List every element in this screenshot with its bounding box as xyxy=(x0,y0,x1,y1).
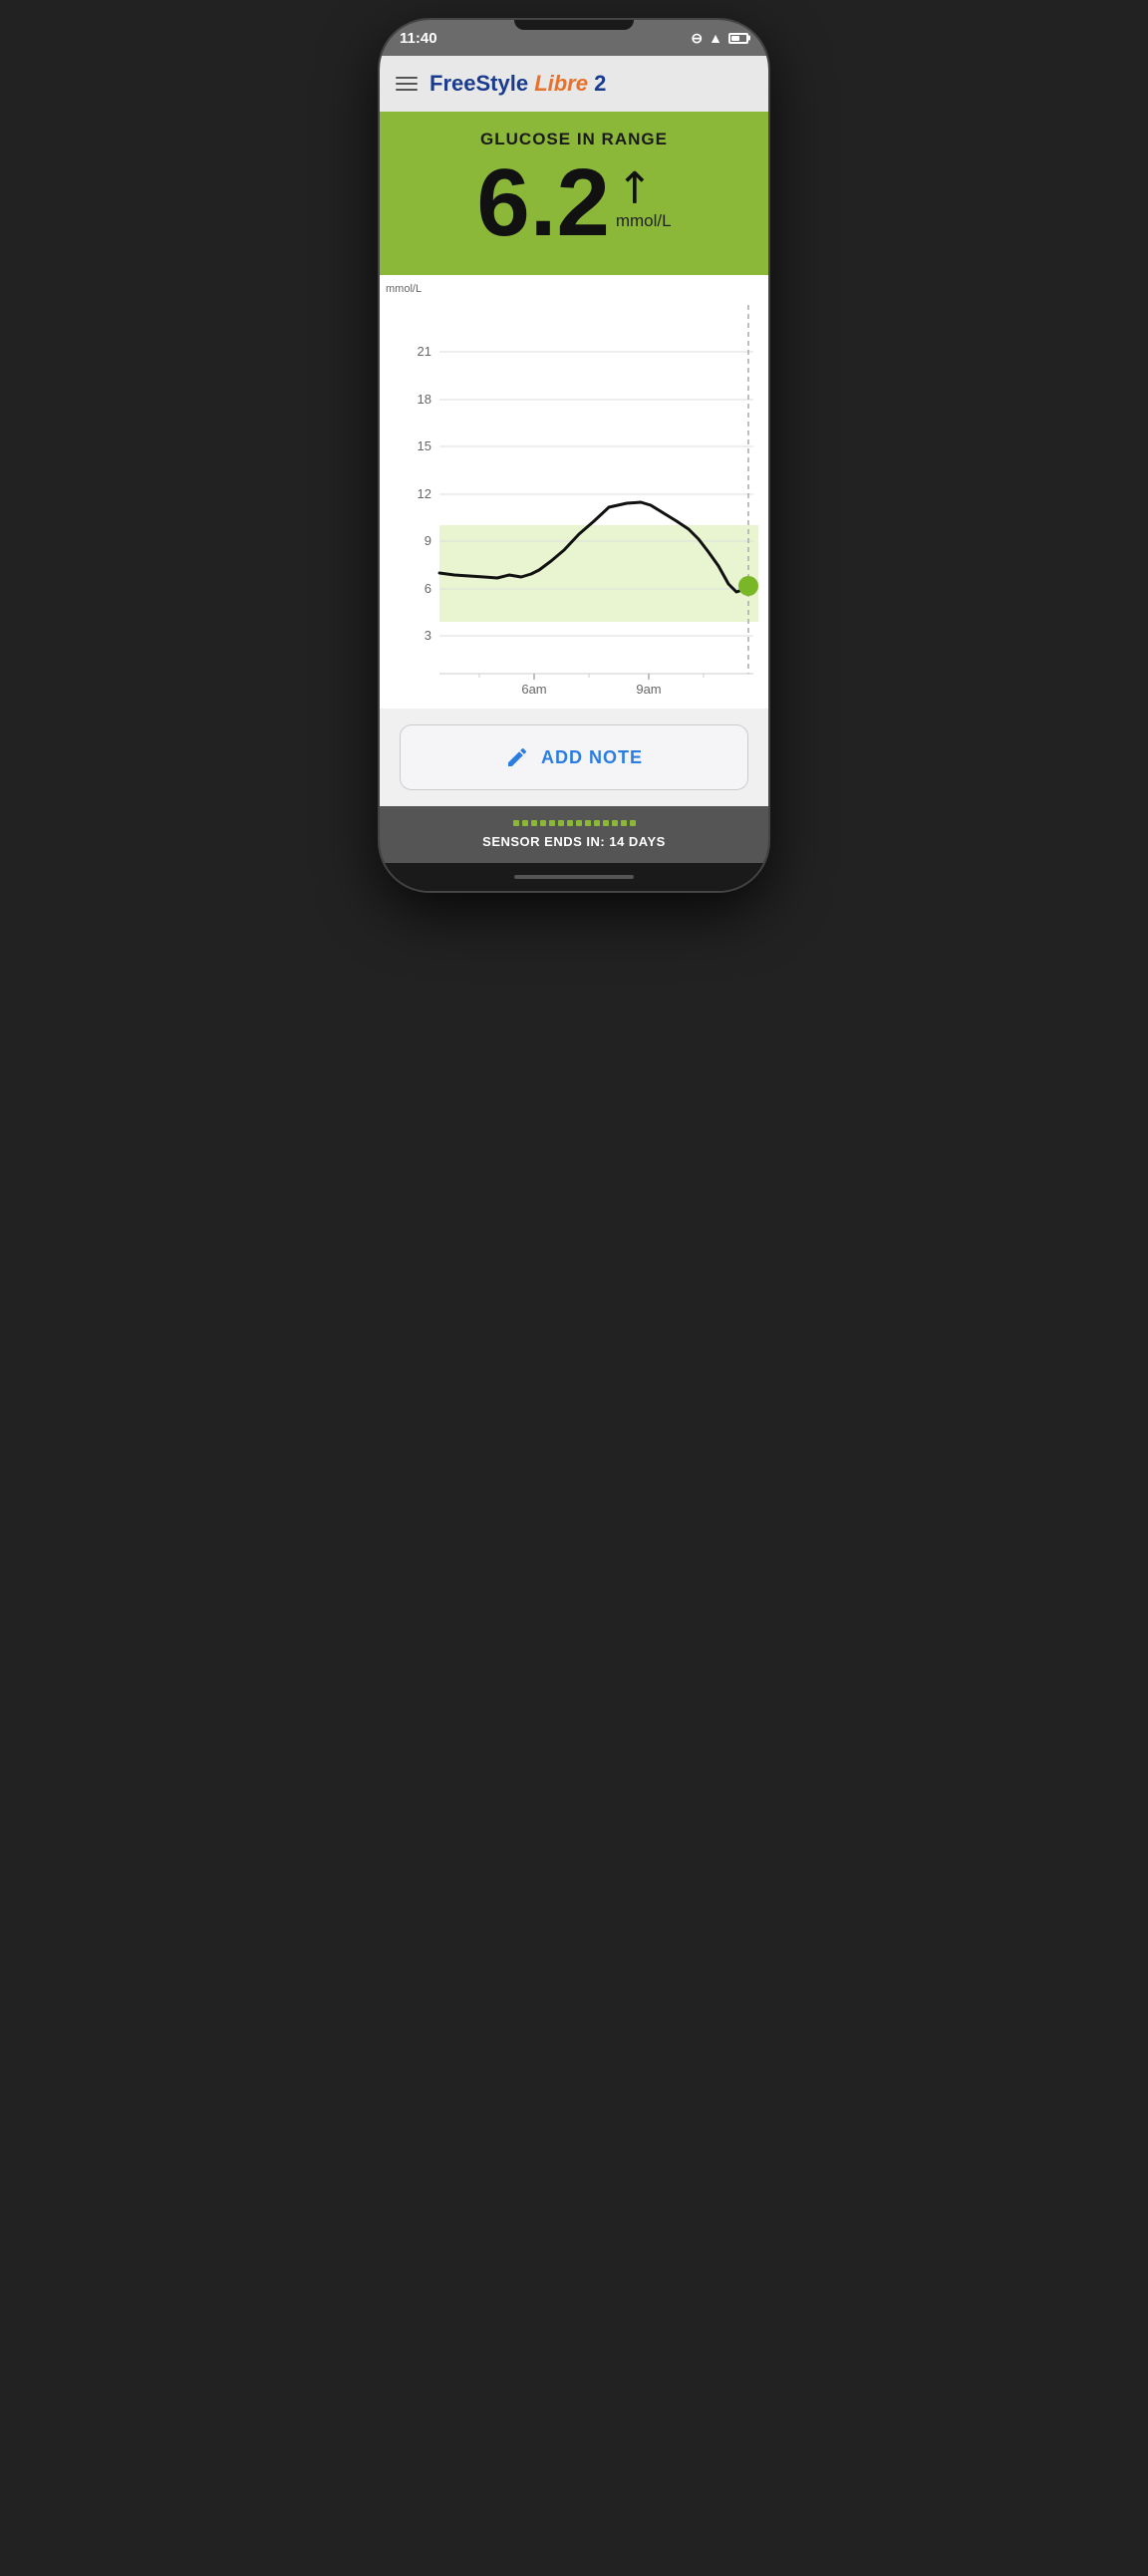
glucose-trend-unit: ↗ mmol/L xyxy=(616,155,672,231)
pencil-icon xyxy=(505,745,529,769)
glucose-chart: mmol/L xyxy=(380,275,768,709)
home-bar xyxy=(514,875,634,879)
sensor-bar-dots xyxy=(394,820,754,826)
sensor-dot xyxy=(513,820,519,826)
y-label-18: 18 xyxy=(418,392,431,407)
sensor-dot xyxy=(549,820,555,826)
sensor-dot xyxy=(558,820,564,826)
sensor-dot xyxy=(567,820,573,826)
glucose-label: GLUCOSE IN RANGE xyxy=(396,130,752,149)
y-label-15: 15 xyxy=(418,438,431,453)
glucose-value-row: 6.2 ↗ mmol/L xyxy=(396,155,752,251)
y-label-9: 9 xyxy=(425,533,431,548)
sensor-dot xyxy=(576,820,582,826)
sensor-text: SENSOR ENDS IN: 14 DAYS xyxy=(394,834,754,849)
status-icons: ⊖ ▲ xyxy=(691,30,748,47)
x-label-6am: 6am xyxy=(521,682,546,697)
chart-svg-wrapper: 21 18 15 12 9 6 3 6am xyxy=(380,285,768,709)
sensor-bar: SENSOR ENDS IN: 14 DAYS xyxy=(380,806,768,863)
sensor-dot xyxy=(594,820,600,826)
logo-libre: Libre xyxy=(534,71,588,97)
sensor-dot xyxy=(612,820,618,826)
hamburger-menu-button[interactable] xyxy=(396,77,418,91)
status-time: 11:40 xyxy=(400,30,437,47)
bottom-section: ADD NOTE xyxy=(380,709,768,806)
phone-frame: 11:40 ⊖ ▲ FreeStyle Libre 2 xyxy=(380,20,768,891)
sensor-dot xyxy=(531,820,537,826)
wifi-icon: ▲ xyxy=(709,30,722,46)
y-label-21: 21 xyxy=(418,344,431,359)
app-header: FreeStyle Libre 2 xyxy=(380,56,768,112)
glucose-unit: mmol/L xyxy=(616,211,672,231)
add-note-button[interactable]: ADD NOTE xyxy=(400,724,748,790)
home-indicator xyxy=(380,863,768,891)
current-value-dot-inner xyxy=(742,580,754,592)
dnd-icon: ⊖ xyxy=(691,30,703,47)
y-label-6: 6 xyxy=(425,581,431,596)
y-label-3: 3 xyxy=(425,628,431,643)
logo-2: 2 xyxy=(594,71,606,97)
sensor-dot xyxy=(603,820,609,826)
sensor-dot xyxy=(540,820,546,826)
logo-freestyle: FreeStyle xyxy=(430,71,528,97)
app-logo: FreeStyle Libre 2 xyxy=(430,71,606,97)
battery-icon xyxy=(728,33,748,44)
add-note-label: ADD NOTE xyxy=(541,747,643,768)
chart-svg: 21 18 15 12 9 6 3 6am xyxy=(380,285,768,704)
chart-y-axis-label: mmol/L xyxy=(386,283,422,295)
glucose-header: GLUCOSE IN RANGE 6.2 ↗ mmol/L xyxy=(380,112,768,275)
sensor-dot xyxy=(630,820,636,826)
sensor-dot xyxy=(585,820,591,826)
glucose-trend-arrow: ↗ xyxy=(606,158,663,215)
glucose-value: 6.2 xyxy=(476,155,609,251)
sensor-dot xyxy=(522,820,528,826)
range-band xyxy=(439,525,758,622)
phone-notch xyxy=(514,20,634,30)
sensor-dot xyxy=(621,820,627,826)
y-label-12: 12 xyxy=(418,486,431,501)
x-label-9am: 9am xyxy=(636,682,661,697)
